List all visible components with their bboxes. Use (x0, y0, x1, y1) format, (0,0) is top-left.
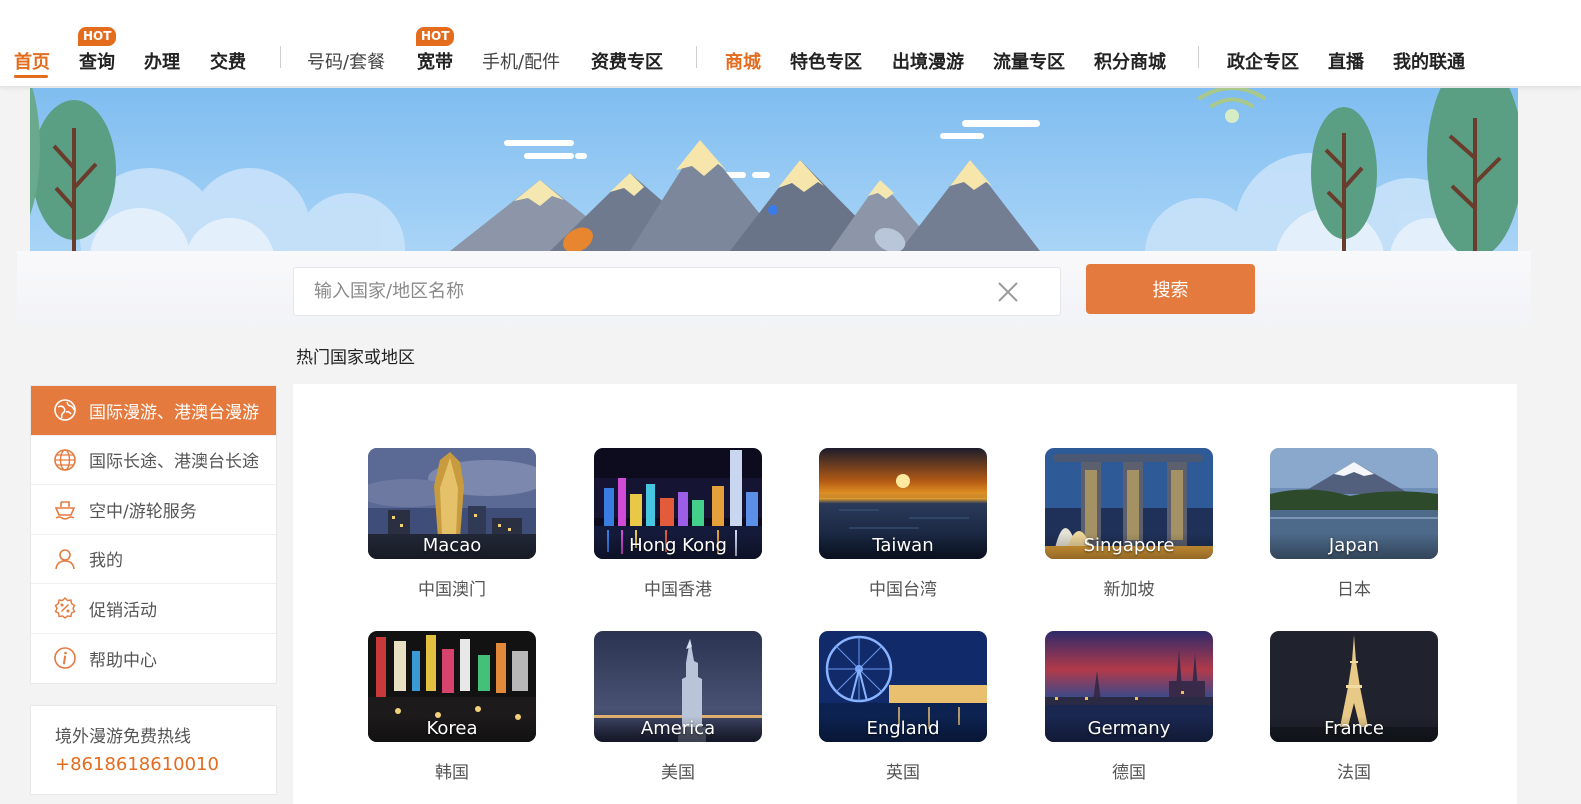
search-input[interactable] (314, 268, 974, 315)
sidebar-item-label: 促销活动 (89, 600, 157, 621)
search-box (293, 267, 1061, 316)
destination-english-name: Japan (1270, 533, 1438, 559)
ship-icon (54, 501, 76, 520)
globe-roaming-icon (54, 399, 76, 422)
destination-germany[interactable]: Germany 德国 (1045, 631, 1213, 783)
destination-taiwan[interactable]: Taiwan 中国台湾 (819, 448, 987, 600)
nav-item-phones[interactable]: 手机/配件 (482, 48, 560, 74)
sidebar-menu: 国际漫游、港澳台漫游 国际长途、港澳台长途 空中/游轮服务 我的 促销活动 帮助… (30, 385, 277, 684)
destination-chinese-name: 美国 (661, 763, 695, 783)
roaming-banner-illustration (30, 88, 1518, 251)
destination-english-name: America (594, 716, 762, 742)
destination-chinese-name: 德国 (1112, 763, 1146, 783)
destination-chinese-name: 中国澳门 (418, 580, 486, 600)
destination-japan[interactable]: Japan 日本 (1270, 448, 1438, 600)
nav-divider (696, 46, 697, 68)
sidebar-item-international-roaming[interactable]: 国际漫游、港澳台漫游 (31, 386, 276, 436)
nav-item-roaming[interactable]: 出境漫游 (892, 48, 964, 74)
destination-hong-kong[interactable]: Hong Kong 中国香港 (594, 448, 762, 600)
nav-divider (1198, 46, 1199, 68)
destinations-panel: Macao 中国澳门 Hong Kong 中国香港 Taiwan 中国台湾 Si… (293, 384, 1517, 804)
destination-chinese-name: 日本 (1337, 580, 1371, 600)
active-nav-underline (14, 75, 48, 78)
nav-item-enterprise[interactable]: 政企专区 (1227, 48, 1299, 74)
destination-chinese-name: 英国 (886, 763, 920, 783)
nav-item-special[interactable]: 特色专区 (790, 48, 862, 74)
destination-photo: France (1270, 631, 1438, 742)
destination-english-name: France (1270, 716, 1438, 742)
destination-chinese-name: 韩国 (435, 763, 469, 783)
destination-photo: Macao (368, 448, 536, 559)
destination-photo: Germany (1045, 631, 1213, 742)
destination-english-name: England (819, 716, 987, 742)
nav-divider (280, 46, 281, 68)
globe-icon (54, 448, 76, 471)
destination-macao[interactable]: Macao 中国澳门 (368, 448, 536, 600)
destination-photo: Japan (1270, 448, 1438, 559)
nav-item-live[interactable]: 直播 (1328, 48, 1364, 74)
destination-photo: Singapore (1045, 448, 1213, 559)
hotline-card: 境外漫游免费热线 +8618618610010 (30, 705, 277, 795)
discount-icon (54, 597, 76, 620)
nav-item-query[interactable]: 查询 (79, 48, 115, 74)
sidebar-item-label: 我的 (89, 551, 123, 572)
destination-photo: America (594, 631, 762, 742)
nav-item-data[interactable]: 流量专区 (993, 48, 1065, 74)
destination-photo: Taiwan (819, 448, 987, 559)
hotline-label: 境外漫游免费热线 (55, 727, 191, 747)
nav-item-broadband[interactable]: 宽带 (417, 48, 453, 74)
nav-item-mall[interactable]: 商城 (725, 48, 761, 74)
destination-chinese-name: 新加坡 (1103, 580, 1155, 600)
destination-chinese-name: 中国台湾 (869, 580, 937, 600)
destination-english-name: Korea (368, 716, 536, 742)
nav-item-tariff[interactable]: 资费专区 (591, 48, 663, 74)
destination-english-name: Singapore (1045, 533, 1213, 559)
nav-item-my-unicom[interactable]: 我的联通 (1393, 48, 1465, 74)
destination-english-name: Germany (1045, 716, 1213, 742)
clear-icon[interactable] (997, 281, 1019, 303)
destination-photo: Hong Kong (594, 448, 762, 559)
sidebar-item-label: 空中/游轮服务 (89, 501, 197, 522)
sidebar-item-label: 国际长途、港澳台长途 (89, 452, 259, 473)
destination-england[interactable]: England 英国 (819, 631, 987, 783)
sidebar-item-international-call[interactable]: 国际长途、港澳台长途 (31, 436, 276, 485)
nav-item-handle[interactable]: 办理 (144, 48, 180, 74)
hotline-number[interactable]: +8618618610010 (55, 754, 219, 775)
nav-item-points-mall[interactable]: 积分商城 (1094, 48, 1166, 74)
destination-english-name: Macao (368, 533, 536, 559)
destination-photo: Korea (368, 631, 536, 742)
destination-english-name: Taiwan (819, 533, 987, 559)
nav-item-pay[interactable]: 交费 (210, 48, 246, 74)
user-icon (55, 548, 75, 569)
destination-america[interactable]: America 美国 (594, 631, 762, 783)
destination-singapore[interactable]: Singapore 新加坡 (1045, 448, 1213, 600)
hot-badge: HOT (78, 27, 117, 46)
top-navigation: 首页 HOT 查询 办理 交费 号码/套餐 HOT 宽带 手机/配件 资费专区 … (0, 0, 1581, 87)
nav-item-home[interactable]: 首页 (14, 48, 50, 74)
sidebar-item-help[interactable]: 帮助中心 (31, 634, 276, 684)
destination-france[interactable]: France 法国 (1270, 631, 1438, 783)
destination-korea[interactable]: Korea 韩国 (368, 631, 536, 783)
destination-chinese-name: 中国香港 (644, 580, 712, 600)
search-button[interactable]: 搜索 (1086, 264, 1255, 314)
sidebar-item-label: 国际漫游、港澳台漫游 (89, 402, 259, 423)
sidebar-item-label: 帮助中心 (89, 650, 157, 671)
hot-badge: HOT (416, 27, 455, 46)
destination-chinese-name: 法国 (1337, 763, 1371, 783)
info-icon (54, 647, 76, 670)
sidebar-item-promotions[interactable]: 促销活动 (31, 584, 276, 634)
sidebar-item-mine[interactable]: 我的 (31, 535, 276, 584)
hot-regions-title: 热门国家或地区 (296, 348, 415, 368)
destination-photo: England (819, 631, 987, 742)
sidebar-item-air-cruise[interactable]: 空中/游轮服务 (31, 485, 276, 535)
destination-english-name: Hong Kong (594, 533, 762, 559)
nav-item-number-plan[interactable]: 号码/套餐 (307, 48, 385, 74)
